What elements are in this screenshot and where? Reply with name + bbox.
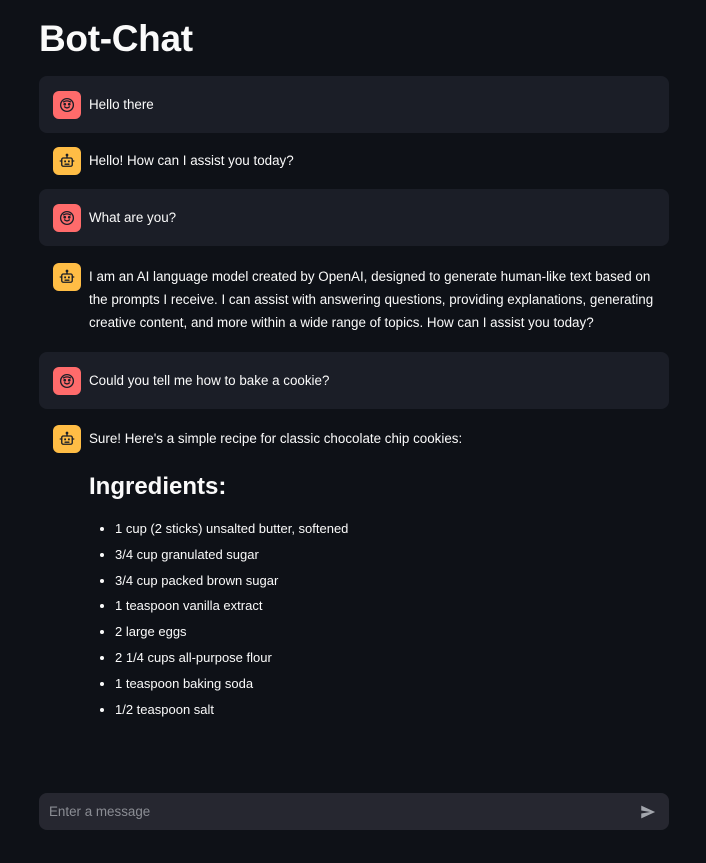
list-item: 1 cup (2 sticks) unsalted butter, soften…: [115, 516, 462, 542]
message-text: What are you?: [89, 209, 177, 225]
list-item: 2 large eggs: [115, 619, 462, 645]
smiley-face-icon: [53, 203, 81, 232]
list-item: 1 teaspoon vanilla extract: [115, 593, 462, 619]
app-page: Bot-Chat Hello there Hello! How can I as…: [0, 0, 706, 863]
message-body: Sure! Here's a simple recipe for classic…: [89, 425, 462, 722]
ingredient-list: 1 cup (2 sticks) unsalted butter, soften…: [89, 516, 462, 722]
chat-message-user: Hello there: [39, 76, 669, 133]
chat-message-assistant: Hello! How can I assist you today?: [39, 133, 669, 189]
send-button[interactable]: [637, 801, 659, 823]
list-item: 1/2 teaspoon salt: [115, 697, 462, 723]
send-icon: [641, 805, 656, 818]
robot-icon: [53, 147, 81, 175]
list-item: 3/4 cup packed brown sugar: [115, 568, 462, 594]
robot-icon: [53, 425, 81, 453]
chat-message-assistant: I am an AI language model created by Ope…: [39, 246, 669, 352]
page-title: Bot-Chat: [39, 18, 193, 59]
robot-icon: [53, 263, 81, 291]
message-text: I am an AI language model created by Ope…: [89, 269, 654, 330]
chat-message-assistant: Sure! Here's a simple recipe for classic…: [39, 409, 669, 736]
recipe-heading: Ingredients:: [89, 473, 227, 500]
chat-input[interactable]: [47, 803, 637, 820]
chat-message-user: What are you?: [39, 189, 669, 246]
message-text: Sure! Here's a simple recipe for classic…: [89, 431, 463, 446]
smiley-face-icon: [53, 366, 81, 395]
message-text: Could you tell me how to bake a cookie?: [89, 372, 330, 388]
chat-input-container: [39, 793, 669, 830]
list-item: 1 teaspoon baking soda: [115, 671, 462, 697]
chat-history[interactable]: Hello there Hello! How can I assist you …: [39, 76, 669, 781]
list-item: 2 1/4 cups all-purpose flour: [115, 645, 462, 671]
chat-message-user: Could you tell me how to bake a cookie?: [39, 352, 669, 409]
message-text: Hello! How can I assist you today?: [89, 153, 294, 168]
message-text: Hello there: [89, 96, 154, 112]
list-item: 3/4 cup granulated sugar: [115, 542, 462, 568]
smiley-face-icon: [53, 90, 81, 119]
